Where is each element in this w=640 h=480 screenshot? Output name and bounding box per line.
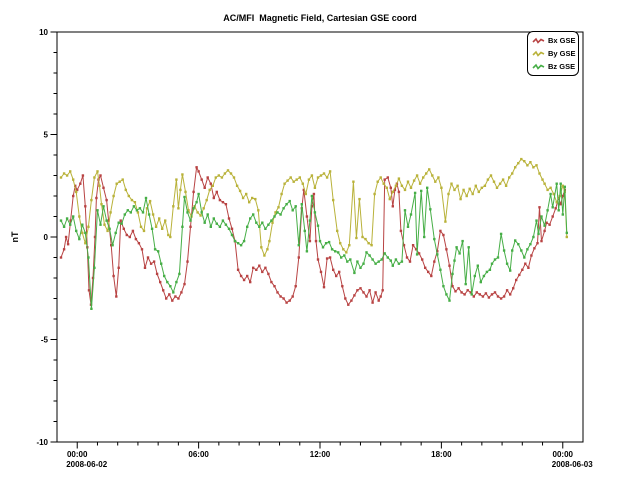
- bx-line-sample-icon: [532, 36, 546, 45]
- y-axis-label: nT: [10, 231, 20, 242]
- axis-ticks: [51, 32, 563, 449]
- y-tick-label: 10: [39, 28, 48, 37]
- legend-item-by: By GSE: [532, 47, 578, 60]
- x-tick-label: 06:00: [188, 450, 209, 459]
- legend: Bx GSE By GSE Bz GSE: [527, 31, 579, 76]
- x-tick-label: 00:00: [553, 450, 574, 459]
- legend-item-bx: Bx GSE: [532, 34, 578, 47]
- series-line: [61, 167, 565, 304]
- x-axis-date-label: 2008-06-03: [552, 460, 593, 469]
- by-line-sample-icon: [532, 49, 546, 58]
- x-axis-date-label: 2008-06-02: [66, 460, 107, 469]
- y-tick-label: 0: [44, 233, 49, 242]
- legend-label-by: By GSE: [548, 49, 576, 58]
- x-tick-label: 12:00: [310, 450, 331, 459]
- magnetic-field-figure: AC/MFI Magnetic Field, Cartesian GSE coo…: [0, 0, 640, 480]
- legend-label-bz: Bz GSE: [548, 62, 575, 71]
- x-tick-label: 18:00: [431, 450, 452, 459]
- legend-label-bx: Bx GSE: [548, 36, 576, 45]
- y-tick-label: 5: [44, 131, 49, 140]
- bz-line-sample-icon: [532, 62, 546, 71]
- y-tick-label: -5: [41, 336, 49, 345]
- series-bx-gse: [60, 166, 566, 306]
- x-tick-label: 00:00: [67, 450, 88, 459]
- y-tick-label: -10: [36, 438, 48, 447]
- plot-border: [57, 32, 583, 442]
- legend-item-bz: Bz GSE: [532, 60, 578, 73]
